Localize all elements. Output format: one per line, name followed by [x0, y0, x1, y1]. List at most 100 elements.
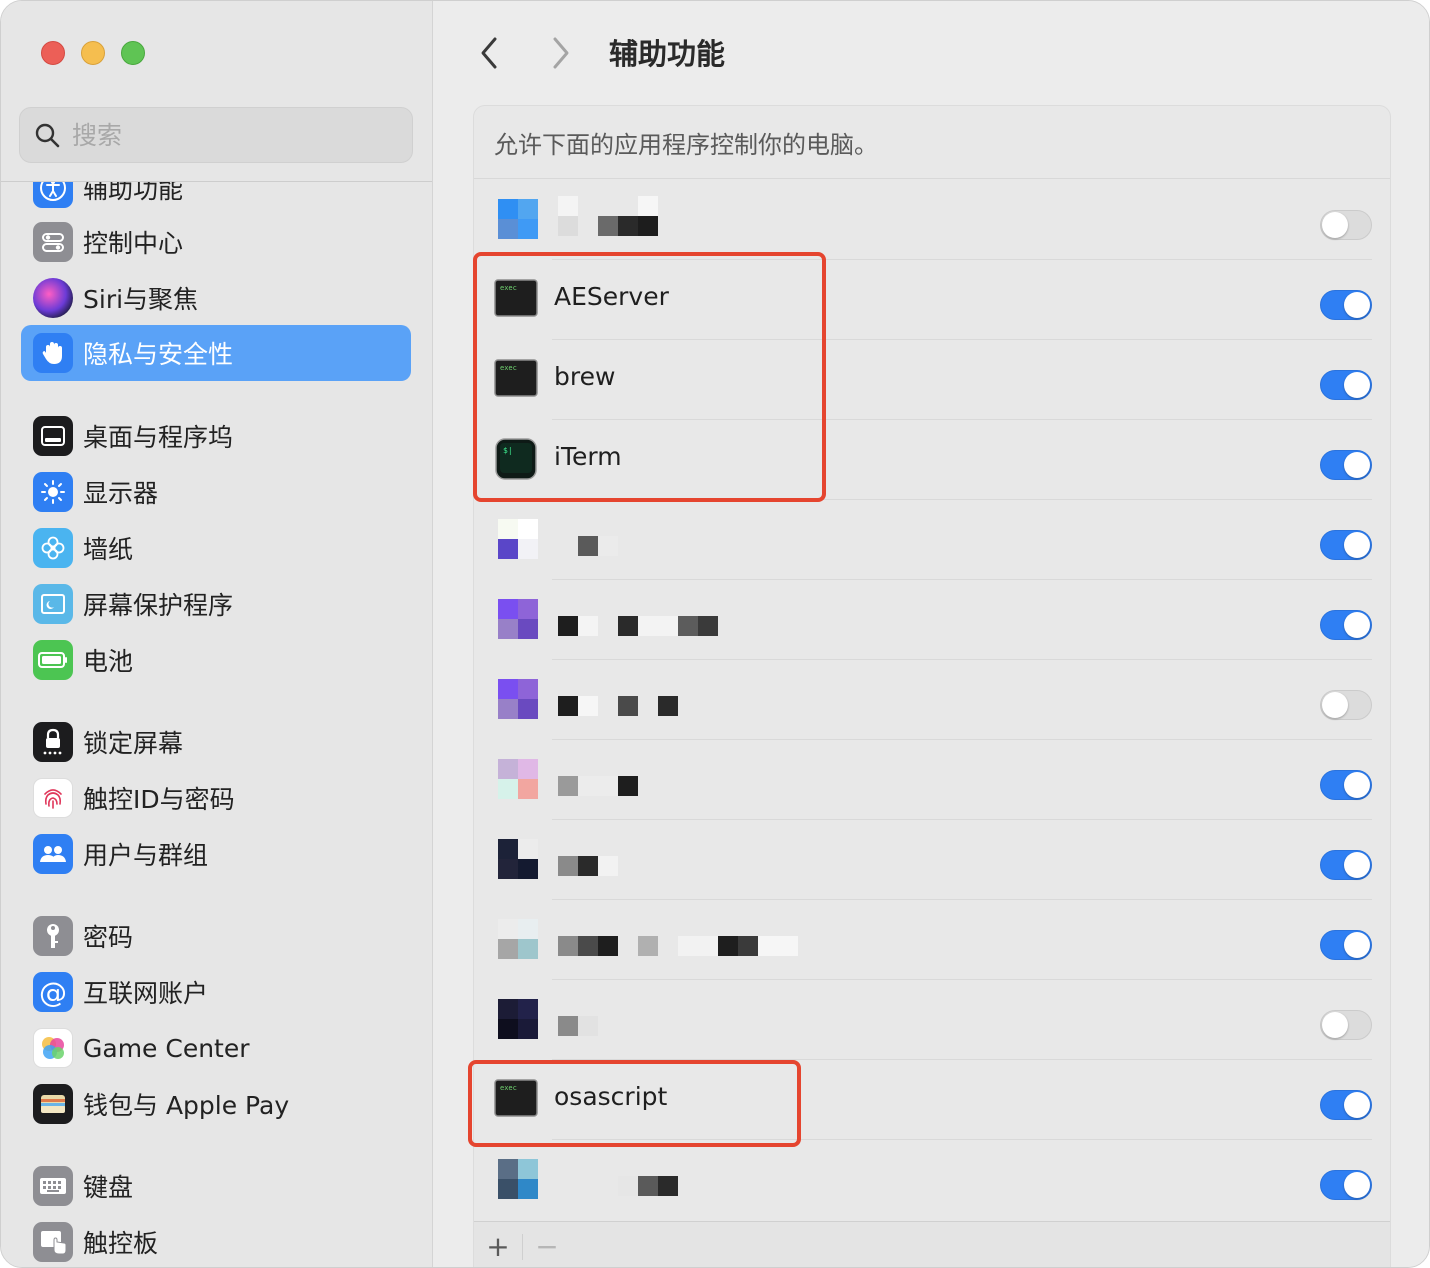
page-title: 辅助功能 — [609, 37, 726, 71]
maximize-window-button[interactable] — [121, 41, 145, 65]
sidebar: 辅助功能 控制中心 Siri与聚焦 隐私与安全性 — [1, 1, 433, 1267]
chevron-right-icon — [553, 37, 569, 69]
exec-badge: exec — [500, 284, 517, 292]
sidebar-list: 辅助功能 控制中心 Siri与聚焦 隐私与安全性 桌面与程序坞 显示器 墙纸 屏… — [1, 182, 432, 1267]
sidebar-item-label: 钱包与 Apple Pay — [83, 1091, 290, 1120]
sidebar-item-label: 控制中心 — [83, 229, 184, 258]
sidebar-item-label: 触控ID与密码 — [83, 785, 235, 814]
add-app-button[interactable]: + — [474, 1222, 522, 1268]
app-row — [474, 500, 1390, 580]
wallet-icon — [33, 1084, 73, 1124]
sidebar-item-touch-id[interactable]: 触控ID与密码 — [21, 770, 411, 826]
redacted-app-icon — [494, 837, 538, 881]
battery-icon — [33, 640, 73, 680]
sidebar-item-users-groups[interactable]: 用户与群组 — [21, 826, 411, 882]
search-field[interactable] — [19, 107, 413, 163]
sidebar-item-privacy-security[interactable]: 隐私与安全性 — [21, 325, 411, 381]
sidebar-item-desktop-dock[interactable]: 桌面与程序坞 — [21, 408, 411, 464]
forward-button[interactable] — [543, 33, 579, 73]
iterm-icon: $| — [495, 438, 537, 480]
sidebar-item-trackpad[interactable]: 触控板 — [21, 1214, 411, 1267]
permission-toggle[interactable] — [1320, 1170, 1372, 1200]
control-center-icon — [33, 222, 73, 262]
accessibility-apps-panel: 允许下面的应用程序控制你的电脑。 exec AEServer exec brew… — [473, 105, 1391, 1268]
game-center-icon — [33, 1028, 73, 1068]
sidebar-item-siri[interactable]: Siri与聚焦 — [21, 270, 411, 326]
sidebar-item-label: 辅助功能 — [83, 182, 184, 204]
permission-toggle[interactable] — [1320, 690, 1372, 720]
redacted-app-icon — [494, 917, 538, 961]
redacted-app-icon — [494, 677, 538, 721]
sidebar-item-accessibility[interactable]: 辅助功能 — [21, 182, 411, 216]
dock-icon — [33, 416, 73, 456]
permission-toggle[interactable] — [1320, 290, 1372, 320]
sidebar-item-internet-accounts[interactable]: @ 互联网账户 — [21, 964, 411, 1020]
close-window-button[interactable] — [41, 41, 65, 65]
sidebar-item-displays[interactable]: 显示器 — [21, 464, 411, 520]
app-row — [474, 660, 1390, 740]
trackpad-icon — [33, 1222, 73, 1262]
app-name: osascript — [554, 1082, 668, 1111]
sidebar-item-battery[interactable]: 电池 — [21, 632, 411, 688]
permission-toggle[interactable] — [1320, 1090, 1372, 1120]
app-name: iTerm — [554, 442, 622, 471]
sidebar-item-label: 互联网账户 — [83, 979, 209, 1008]
redacted-app-icon — [494, 757, 538, 801]
redacted-app-icon — [494, 997, 538, 1041]
list-controls: + − — [474, 1221, 1390, 1268]
permission-toggle[interactable] — [1320, 450, 1372, 480]
sidebar-item-control-center[interactable]: 控制中心 — [21, 214, 411, 270]
permission-toggle[interactable] — [1320, 370, 1372, 400]
search-input[interactable] — [72, 120, 372, 150]
at-icon: @ — [33, 972, 73, 1012]
display-sun-icon — [33, 472, 73, 512]
app-row — [474, 900, 1390, 980]
minimize-window-button[interactable] — [81, 41, 105, 65]
remove-app-button[interactable]: − — [523, 1222, 571, 1268]
lock-icon — [33, 722, 73, 762]
exec-terminal-icon: exec — [494, 359, 538, 397]
keyboard-icon — [33, 1166, 73, 1206]
permission-toggle[interactable] — [1320, 930, 1372, 960]
search-icon — [35, 123, 60, 148]
app-row — [474, 820, 1390, 900]
app-row — [474, 580, 1390, 660]
app-row-aeserver: exec AEServer — [474, 260, 1390, 340]
permission-toggle[interactable] — [1320, 530, 1372, 560]
permission-toggle[interactable] — [1320, 210, 1372, 240]
sidebar-item-game-center[interactable]: Game Center — [21, 1020, 411, 1076]
sidebar-item-label: 屏幕保护程序 — [83, 591, 234, 620]
back-button[interactable] — [471, 33, 507, 73]
sidebar-item-label: 隐私与安全性 — [83, 340, 234, 369]
app-name: AEServer — [554, 282, 669, 311]
window-controls — [41, 41, 145, 65]
permission-toggle[interactable] — [1320, 610, 1372, 640]
sidebar-item-label: 电池 — [83, 647, 134, 676]
exec-badge: exec — [500, 364, 517, 372]
redacted-app-icon — [494, 597, 538, 641]
sidebar-item-lock-screen[interactable]: 锁定屏幕 — [21, 714, 411, 770]
permission-toggle[interactable] — [1320, 1010, 1372, 1040]
app-row-iterm: $| iTerm — [474, 420, 1390, 500]
redacted-app-icon — [494, 517, 538, 561]
iterm-badge: $| — [503, 446, 513, 455]
sidebar-item-wallpaper[interactable]: 墙纸 — [21, 520, 411, 576]
sidebar-item-keyboard[interactable]: 键盘 — [21, 1158, 411, 1214]
accessibility-icon — [33, 182, 73, 208]
app-row-osascript: exec osascript — [474, 1060, 1390, 1140]
sidebar-item-wallet[interactable]: 钱包与 Apple Pay — [21, 1076, 411, 1132]
hand-icon — [33, 333, 73, 373]
permission-toggle[interactable] — [1320, 770, 1372, 800]
panel-description: 允许下面的应用程序控制你的电脑。 — [474, 106, 1390, 179]
app-row — [474, 180, 1390, 260]
sidebar-item-label: 锁定屏幕 — [83, 729, 184, 758]
sidebar-item-passwords[interactable]: 密码 — [21, 908, 411, 964]
permission-toggle[interactable] — [1320, 850, 1372, 880]
chevron-left-icon — [481, 37, 497, 69]
settings-window: 辅助功能 控制中心 Siri与聚焦 隐私与安全性 — [0, 0, 1430, 1268]
siri-icon — [33, 278, 73, 318]
exec-terminal-icon: exec — [494, 279, 538, 317]
sidebar-item-label: 用户与群组 — [83, 841, 209, 870]
sidebar-item-label: Game Center — [83, 1033, 250, 1063]
sidebar-item-screensaver[interactable]: 屏幕保护程序 — [21, 576, 411, 632]
